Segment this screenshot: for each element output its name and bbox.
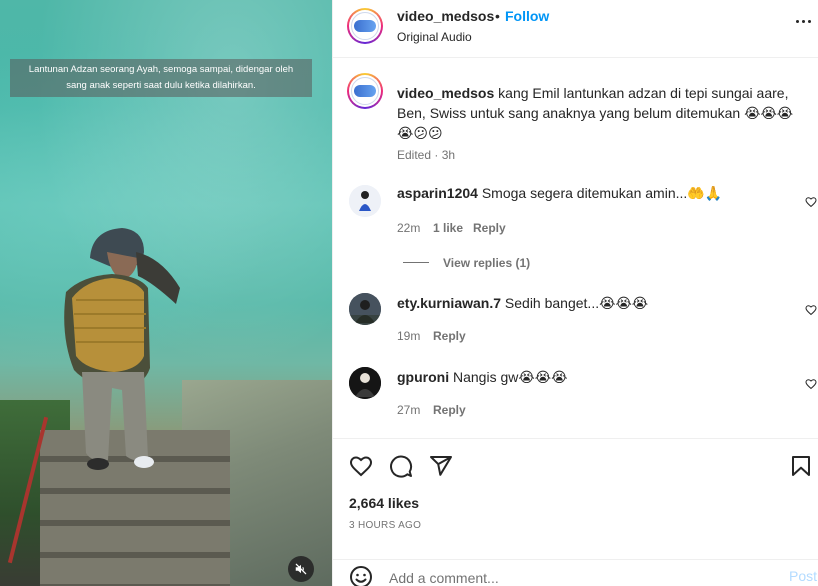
avatar[interactable] (349, 293, 381, 325)
comment-like-icon[interactable] (805, 196, 817, 208)
comment-likes-count[interactable]: 1 like (433, 221, 463, 235)
avatar[interactable] (347, 73, 383, 109)
avatar-image (349, 185, 381, 217)
man-figure (64, 228, 180, 470)
speaker-muted-icon (295, 563, 307, 575)
video-player[interactable]: Lantunan Adzan seorang Ayah, semoga samp… (0, 0, 332, 586)
comment-username[interactable]: ety.kurniawan.7 (397, 295, 501, 311)
reply-label[interactable]: Reply (473, 221, 506, 235)
add-comment-bar: Post (333, 559, 818, 586)
comment-text: Smoga segera ditemukan amin...🤲🙏 (481, 185, 723, 201)
reply-button[interactable]: Reply (433, 403, 466, 417)
heart-icon[interactable] (349, 454, 373, 478)
header-username[interactable]: video_medsos (397, 8, 494, 24)
caption-username[interactable]: video_medsos (397, 85, 494, 101)
post-details-panel: video_medsos • Follow Original Audio vid… (332, 0, 818, 586)
channel-logo (354, 85, 376, 97)
view-replies-label[interactable]: View replies (1) (443, 256, 530, 270)
comment-icon[interactable] (389, 454, 413, 478)
comment-like-icon[interactable] (805, 378, 817, 390)
share-icon[interactable] (429, 454, 453, 478)
divider-line (403, 262, 429, 263)
comment-time: 22m (397, 221, 421, 235)
comment-body: ety.kurniawan.7 Sedih banget...😭😭😭 (397, 295, 648, 312)
comment-username[interactable]: gpuroni (397, 369, 449, 385)
comment-text: Nangis gw😭😭😭 (453, 369, 568, 385)
more-options-icon[interactable] (796, 20, 811, 23)
comment-like-icon[interactable] (805, 304, 817, 316)
follow-button[interactable]: Follow (505, 8, 549, 24)
audio-link[interactable]: Original Audio (397, 30, 472, 44)
likes-count[interactable]: 2,664 likes (349, 495, 419, 511)
video-caption-line: Lantunan Adzan seorang Ayah, semoga samp… (28, 64, 294, 75)
avatar-image (349, 367, 381, 399)
mute-button[interactable] (288, 556, 314, 582)
post-button[interactable]: Post (789, 568, 817, 584)
comment-text: Sedih banget...😭😭😭 (504, 295, 649, 311)
reply-button[interactable]: Reply (473, 221, 506, 235)
comment-username[interactable]: asparin1204 (397, 185, 478, 201)
post-modal: Lantunan Adzan seorang Ayah, semoga samp… (0, 0, 818, 586)
post-time[interactable]: 3 HOURS AGO (349, 520, 421, 531)
bookmark-icon[interactable] (789, 454, 813, 478)
comment-likes[interactable]: 1 like (433, 221, 463, 235)
add-comment-input[interactable] (389, 568, 749, 586)
comments-section: video_medsos kang Emil lantunkan adzan d… (333, 59, 818, 437)
comment-body: asparin1204 Smoga segera ditemukan amin.… (397, 185, 722, 202)
reply-label[interactable]: Reply (433, 403, 466, 417)
separator-dot: • (495, 8, 500, 24)
reply-label[interactable]: Reply (433, 329, 466, 343)
comment-time: 19m (397, 329, 421, 343)
avatar[interactable] (347, 8, 383, 44)
post-caption: video_medsos kang Emil lantunkan adzan d… (397, 83, 807, 143)
avatar[interactable] (349, 185, 381, 217)
caption-meta: Edited · 3h (397, 148, 456, 162)
avatar[interactable] (349, 367, 381, 399)
video-caption-overlay: Lantunan Adzan seorang Ayah, semoga samp… (10, 59, 312, 97)
channel-logo (354, 20, 376, 32)
emoji-icon[interactable] (349, 565, 373, 586)
post-actions: 2,664 likes 3 HOURS AGO Post (333, 438, 818, 586)
avatar-image (349, 293, 381, 325)
video-caption-line: sang anak seperti saat dulu ketika dilah… (66, 80, 256, 91)
post-header: video_medsos • Follow Original Audio (333, 0, 818, 58)
comment-time: 27m (397, 403, 421, 417)
comment-body: gpuroni Nangis gw😭😭😭 (397, 369, 567, 386)
reply-button[interactable]: Reply (433, 329, 466, 343)
view-replies-button[interactable]: View replies (1) (443, 256, 530, 270)
